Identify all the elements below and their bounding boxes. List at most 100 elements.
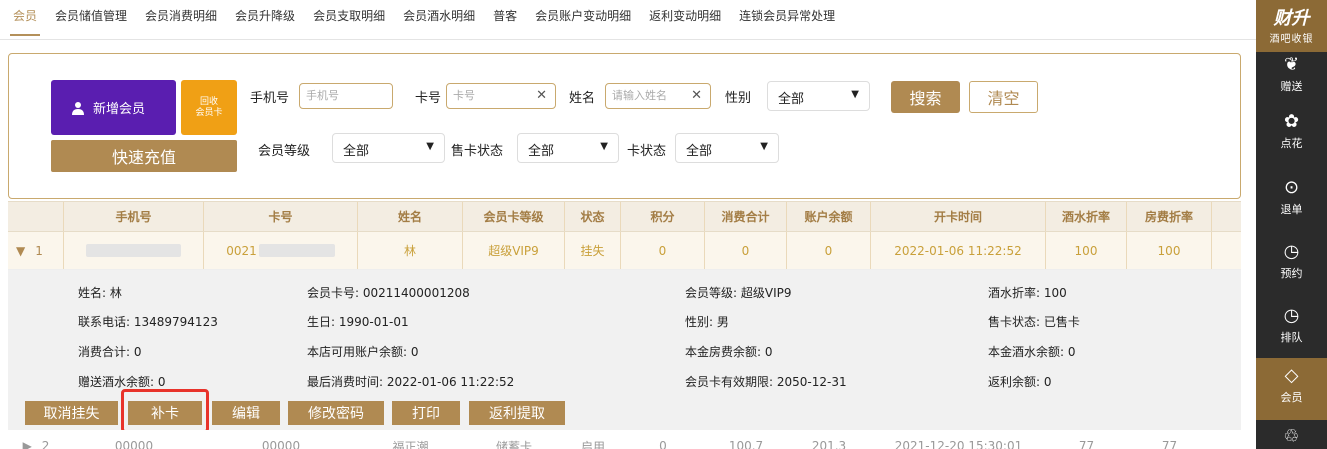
header-phone[interactable]: 手机号 <box>64 202 204 231</box>
sale-status-select[interactable]: 全部 ▼ <box>517 133 619 163</box>
level-select[interactable]: 全部 ▼ <box>332 133 445 163</box>
change-password-button[interactable]: 修改密码 <box>288 401 384 425</box>
row2-open-time: 2021-12-20 15:30:01 <box>894 439 1023 449</box>
header-level[interactable]: 会员卡等级 <box>463 202 565 231</box>
sidebar-item-member[interactable]: ◇ 会员 <box>1256 358 1327 420</box>
header-blank <box>8 202 64 231</box>
header-card[interactable]: 卡号 <box>204 202 358 231</box>
cell-phone <box>64 232 204 269</box>
card-placeholder: 卡号 <box>453 89 475 102</box>
sidebar-item-label: 预约 <box>1280 267 1303 280</box>
cell-consume: 0 <box>705 232 787 269</box>
header-consume[interactable]: 消费合计 <box>705 202 787 231</box>
flower-icon: ✿ <box>1283 111 1300 132</box>
sidebar-item-partial[interactable]: ♲ <box>1256 424 1327 449</box>
edit-button[interactable]: 编辑 <box>212 401 280 425</box>
detail-name: 姓名: 林 <box>78 286 122 300</box>
header-status[interactable]: 状态 <box>565 202 621 231</box>
row2-balance: 201.3 <box>811 439 847 449</box>
row2-phone: 00000 <box>114 439 154 449</box>
recycle-card-button[interactable]: 回收 会员卡 <box>181 80 237 135</box>
quick-charge-button[interactable]: 快速充值 <box>51 140 237 172</box>
tab-member[interactable]: 会员 <box>4 0 46 40</box>
cell-room-rate: 100 <box>1127 232 1212 269</box>
sidebar-item-refund[interactable]: ⊙ 退单 <box>1256 170 1327 228</box>
brand-title: 财升 <box>1273 8 1310 29</box>
gender-value: 全部 <box>778 92 805 107</box>
level-label: 会员等级 <box>258 144 311 159</box>
tab-member-consume[interactable]: 会员消费明细 <box>136 0 226 40</box>
header-balance[interactable]: 账户余额 <box>787 202 871 231</box>
chevron-down-icon: ▼ <box>760 141 768 152</box>
chevron-down-icon: ▼ <box>600 141 608 152</box>
cell-name: 林 <box>358 232 463 269</box>
gender-select[interactable]: 全部 ▼ <box>767 81 870 111</box>
blurred-phone <box>86 244 181 257</box>
tab-regular-guest[interactable]: 普客 <box>484 0 526 40</box>
tab-member-withdraw[interactable]: 会员支取明细 <box>304 0 394 40</box>
queue-icon: ◷ <box>1283 305 1300 326</box>
print-button[interactable]: 打印 <box>392 401 460 425</box>
clear-button[interactable]: 清空 <box>969 81 1038 113</box>
header-points[interactable]: 积分 <box>621 202 705 231</box>
table-row[interactable]: ▼ 1 0021 林 超级VIP9 挂失 0 0 0 2022-01-06 11:… <box>8 232 1241 270</box>
row2-name: 福正潮 <box>392 439 429 449</box>
refund-icon: ⊙ <box>1283 177 1300 198</box>
card-input[interactable]: 卡号 ✕ <box>446 83 556 109</box>
phone-placeholder: 手机号 <box>306 89 339 102</box>
cell-level: 超级VIP9 <box>463 232 565 269</box>
new-member-button[interactable]: 新增会员 <box>51 80 176 135</box>
table-row[interactable]: ▶ 2 00000 00000 福正潮 储蓄卡 启用 0 100.7 201.3 … <box>8 430 1241 449</box>
sidebar-item-label: 赠送 <box>1280 80 1303 93</box>
search-button[interactable]: 搜索 <box>891 81 960 113</box>
row2-card: 00000 <box>261 439 301 449</box>
header-name[interactable]: 姓名 <box>358 202 463 231</box>
tab-account-change[interactable]: 会员账户变动明细 <box>526 0 640 40</box>
detail-phone: 联系电话: 13489794123 <box>78 315 218 329</box>
header-room-rate[interactable]: 房费折率 <box>1127 202 1212 231</box>
chevron-down-icon: ▼ <box>851 89 859 100</box>
clear-card-icon[interactable]: ✕ <box>536 88 547 103</box>
gift-icon: ❦ <box>1283 54 1300 75</box>
tab-member-level[interactable]: 会员升降级 <box>226 0 304 40</box>
detail-birthday: 生日: 1990-01-01 <box>307 315 409 329</box>
rebate-withdraw-button[interactable]: 返利提取 <box>469 401 565 425</box>
tab-rebate-change[interactable]: 返利变动明细 <box>640 0 730 40</box>
header-open-time[interactable]: 开卡时间 <box>871 202 1046 231</box>
detail-gender: 性别: 男 <box>685 315 729 329</box>
user-icon <box>72 101 84 115</box>
clear-name-icon[interactable]: ✕ <box>691 88 702 103</box>
name-input[interactable]: 请输入姓名 ✕ <box>605 83 711 109</box>
sidebar-item-reserve[interactable]: ◷ 预约 <box>1256 234 1327 292</box>
tab-member-deposit[interactable]: 会员储值管理 <box>46 0 136 40</box>
detail-gift-wine: 赠送酒水余额: 0 <box>78 375 166 389</box>
cancel-loss-button[interactable]: 取消挂失 <box>25 401 118 425</box>
collapsed-triangle-icon[interactable]: ▶ <box>23 439 32 449</box>
sidebar-item-label: 排队 <box>1280 331 1303 344</box>
blurred-card <box>258 244 335 257</box>
detail-wine-principal: 本金酒水余额: 0 <box>988 345 1076 359</box>
expand-triangle-icon[interactable]: ▼ <box>16 244 25 258</box>
cell-status: 挂失 <box>565 232 621 269</box>
sidebar-item-queue[interactable]: ◷ 排队 <box>1256 298 1327 356</box>
highlight-box <box>121 389 209 433</box>
cell-card-value: 0021 <box>226 243 257 258</box>
card-status-select[interactable]: 全部 ▼ <box>675 133 779 163</box>
row2-status: 启用 <box>580 439 605 449</box>
card-status-value: 全部 <box>686 144 713 159</box>
name-label: 姓名 <box>569 91 596 106</box>
tab-chain-exception[interactable]: 连锁会员异常处理 <box>730 0 844 40</box>
sidebar-item-label: 退单 <box>1280 203 1303 216</box>
row2-consume: 100.7 <box>728 439 764 449</box>
sidebar-item-gift[interactable]: ❦ 赠送 <box>1256 52 1327 102</box>
row-index[interactable]: ▼ 1 <box>8 232 64 269</box>
tab-member-wine[interactable]: 会员酒水明细 <box>394 0 484 40</box>
sidebar-item-flower[interactable]: ✿ 点花 <box>1256 104 1327 162</box>
sidebar-item-label: 会员 <box>1280 391 1303 404</box>
search-panel: 新增会员 回收 会员卡 快速充值 手机号 手机号 卡号 卡号 ✕ 姓名 请输入姓名… <box>8 53 1241 199</box>
chevron-down-icon: ▼ <box>426 141 434 152</box>
cell-balance: 0 <box>787 232 871 269</box>
header-wine-rate[interactable]: 酒水折率 <box>1046 202 1127 231</box>
phone-input[interactable]: 手机号 <box>299 83 393 109</box>
table-header: 手机号 卡号 姓名 会员卡等级 状态 积分 消费合计 账户余额 开卡时间 酒水折… <box>8 201 1241 232</box>
